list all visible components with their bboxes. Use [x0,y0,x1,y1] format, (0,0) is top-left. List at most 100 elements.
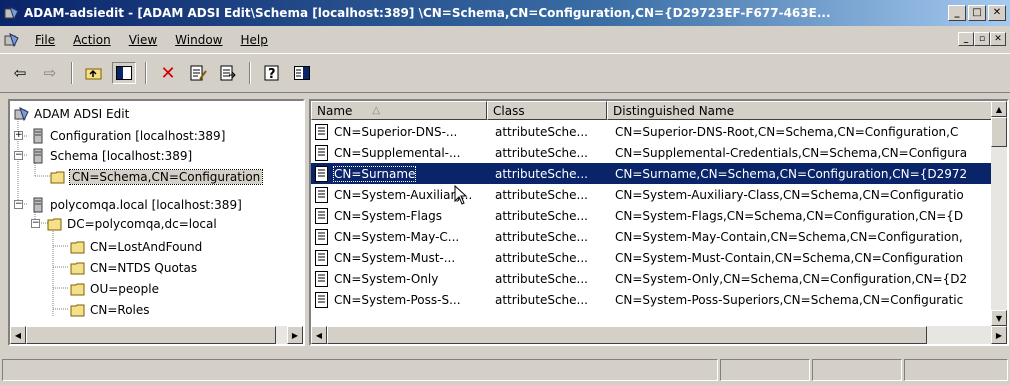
tree-node-lostandfound[interactable]: CN=LostAndFound [70,237,202,256]
action-pane-icon [294,66,310,80]
scroll-thumb[interactable] [26,326,276,344]
attribute-schema-icon [315,165,328,182]
tree-node-polycomqa[interactable]: polycomqa.local [localhost:389] [30,195,242,214]
menu-file[interactable]: File [26,31,64,49]
row-class: attributeSche... [495,250,588,265]
folder-icon [47,218,62,230]
status-panel-main [2,358,718,381]
toolbar-separator [145,62,147,84]
tree-node-ou-people[interactable]: OU=people [70,279,159,298]
attribute-schema-icon [315,291,328,308]
export-list-button[interactable] [216,62,240,84]
delete-button[interactable]: ✕ [156,62,180,84]
menu-window-label: Window [175,33,223,47]
row-class: attributeSche... [495,229,588,244]
list-row[interactable]: CN=System-Auxiliary... attributeSche... CN… [311,184,995,205]
row-class: attributeSche... [495,166,588,181]
menu-view[interactable]: View [120,31,166,49]
forward-button[interactable]: ⇨ [38,62,62,84]
help-icon: ? [264,65,279,81]
tree-node-roles[interactable]: CN=Roles [70,300,150,319]
collapse-polycomqa-toggle[interactable]: − [14,200,23,209]
tree-horizontal-scrollbar[interactable]: ◀ ▶ [10,326,303,344]
row-dn: CN=Superior-DNS-Root,CN=Schema,CN=Config… [615,124,959,139]
list-row[interactable]: CN=System-Poss-S... attributeSche... CN=Sy… [311,289,995,310]
menu-window[interactable]: Window [166,31,231,49]
menu-help[interactable]: Help [232,31,277,49]
column-header-distinguished-name[interactable]: Distinguished Name [607,101,999,120]
row-class: attributeSche... [495,187,588,202]
action-pane-button[interactable] [290,62,314,84]
menu-action[interactable]: Action [64,31,120,49]
list-row[interactable]: CN=System-Must-... attributeSche... CN=Sys… [311,247,995,268]
list-row[interactable]: CN=System-Only attributeSche... CN=System-… [311,268,995,289]
list-row-selected[interactable]: CN=Surname attributeSche... CN=Surname,CN=… [311,163,995,184]
mdi-close-button[interactable]: ✕ [990,32,1006,46]
mdi-restore-button[interactable]: ▫ [974,32,990,46]
status-panel-2 [720,358,810,381]
list-row[interactable]: CN=Superior-DNS-... attributeSche... CN=Su… [311,121,995,142]
close-button[interactable]: ✕ [988,5,1006,21]
scroll-up-button[interactable]: ▲ [991,101,1007,117]
console-tree-pane[interactable]: ADAM ADSI Edit + Configuration [localhos… [8,99,305,346]
tree-node-schema[interactable]: Schema [localhost:389] [30,146,192,165]
scroll-right-button[interactable]: ▶ [287,326,303,344]
expand-configuration-toggle[interactable]: + [14,131,23,140]
tree-node-cn-schema[interactable]: CN=Schema,CN=Configuration [50,167,264,186]
list-row[interactable]: CN=Supplemental-... attributeSche... CN=Su… [311,142,995,163]
attribute-schema-icon [315,228,328,245]
mdi-controls: _ ▫ ✕ [958,32,1006,46]
status-panel-4 [904,358,1008,381]
scroll-left-button[interactable]: ◀ [311,326,327,344]
adam-app-icon [4,6,19,21]
list-row[interactable]: CN=System-Flags attributeSche... CN=System… [311,205,995,226]
tree-node-dc-polycomqa[interactable]: DC=polycomqa,dc=local [47,214,217,233]
collapse-schema-toggle[interactable]: − [14,151,23,160]
scroll-down-button[interactable]: ▼ [991,310,1007,326]
mdi-child-icon[interactable] [4,32,20,48]
tree-node-cn-schema-label: CN=Schema,CN=Configuration [68,168,264,185]
maximize-button[interactable]: □ [968,5,986,21]
column-dn-label: Distinguished Name [613,103,735,118]
row-class: attributeSche... [495,124,588,139]
list-horizontal-scrollbar[interactable]: ◀ ▶ [311,326,1007,344]
list-row[interactable]: CN=System-May-C... attributeSche... CN=Sys… [311,226,995,247]
collapse-dc-polycomqa-toggle[interactable]: − [31,219,40,228]
attribute-schema-icon [315,207,328,224]
menu-action-label: Action [73,33,111,47]
adam-adsi-edit-icon [14,106,29,121]
scroll-right-button[interactable]: ▶ [991,326,1007,344]
delete-x-icon: ✕ [160,62,176,84]
title-bar[interactable]: ADAM-adsiedit - [ADAM ADSI Edit\Schema [… [0,0,1010,26]
row-class: attributeSche... [495,208,588,223]
tree-node-ntds-quotas[interactable]: CN=NTDS Quotas [70,258,197,277]
scroll-left-button[interactable]: ◀ [10,326,26,344]
row-dn: CN=System-Must-Contain,CN=Schema,CN=Conf… [615,250,964,265]
tree-root-adam-adsi-edit[interactable]: ADAM ADSI Edit [14,104,129,123]
row-name: CN=System-May-C... [334,229,460,244]
column-header-class[interactable]: Class [487,101,607,120]
row-dn: CN=System-May-Contain,CN=Schema,CN=Confi… [615,229,963,244]
scroll-thumb[interactable] [991,117,1007,147]
show-hide-tree-button[interactable] [112,62,136,84]
list-vertical-scrollbar[interactable]: ▲ ▼ [991,101,1007,326]
properties-button[interactable] [186,62,210,84]
tree-node-configuration[interactable]: Configuration [localhost:389] [30,126,225,145]
back-button[interactable]: ⇦ [8,62,32,84]
export-list-icon [220,65,236,81]
tree-node-schema-label: Schema [localhost:389] [50,148,193,163]
row-name: CN=System-Must-... [334,250,456,265]
tree-node-polycomqa-label: polycomqa.local [localhost:389] [50,197,242,212]
up-one-level-button[interactable] [82,62,106,84]
toolbar: ⇦ ⇨ ✕ ? [0,53,1010,93]
forward-arrow-icon: ⇨ [43,64,57,82]
results-list-pane[interactable]: Name △ Class Distinguished Name CN=Super… [309,99,1009,346]
window-title: ADAM-adsiedit - [ADAM ADSI Edit\Schema [… [24,6,831,20]
column-header-name[interactable]: Name △ [311,101,487,120]
back-arrow-icon: ⇦ [13,64,27,82]
mdi-minimize-button[interactable]: _ [958,32,974,46]
help-button[interactable]: ? [260,62,284,84]
scroll-thumb[interactable] [327,326,927,344]
row-name: CN=System-Only [334,271,439,286]
minimize-button[interactable]: _ [948,5,966,21]
